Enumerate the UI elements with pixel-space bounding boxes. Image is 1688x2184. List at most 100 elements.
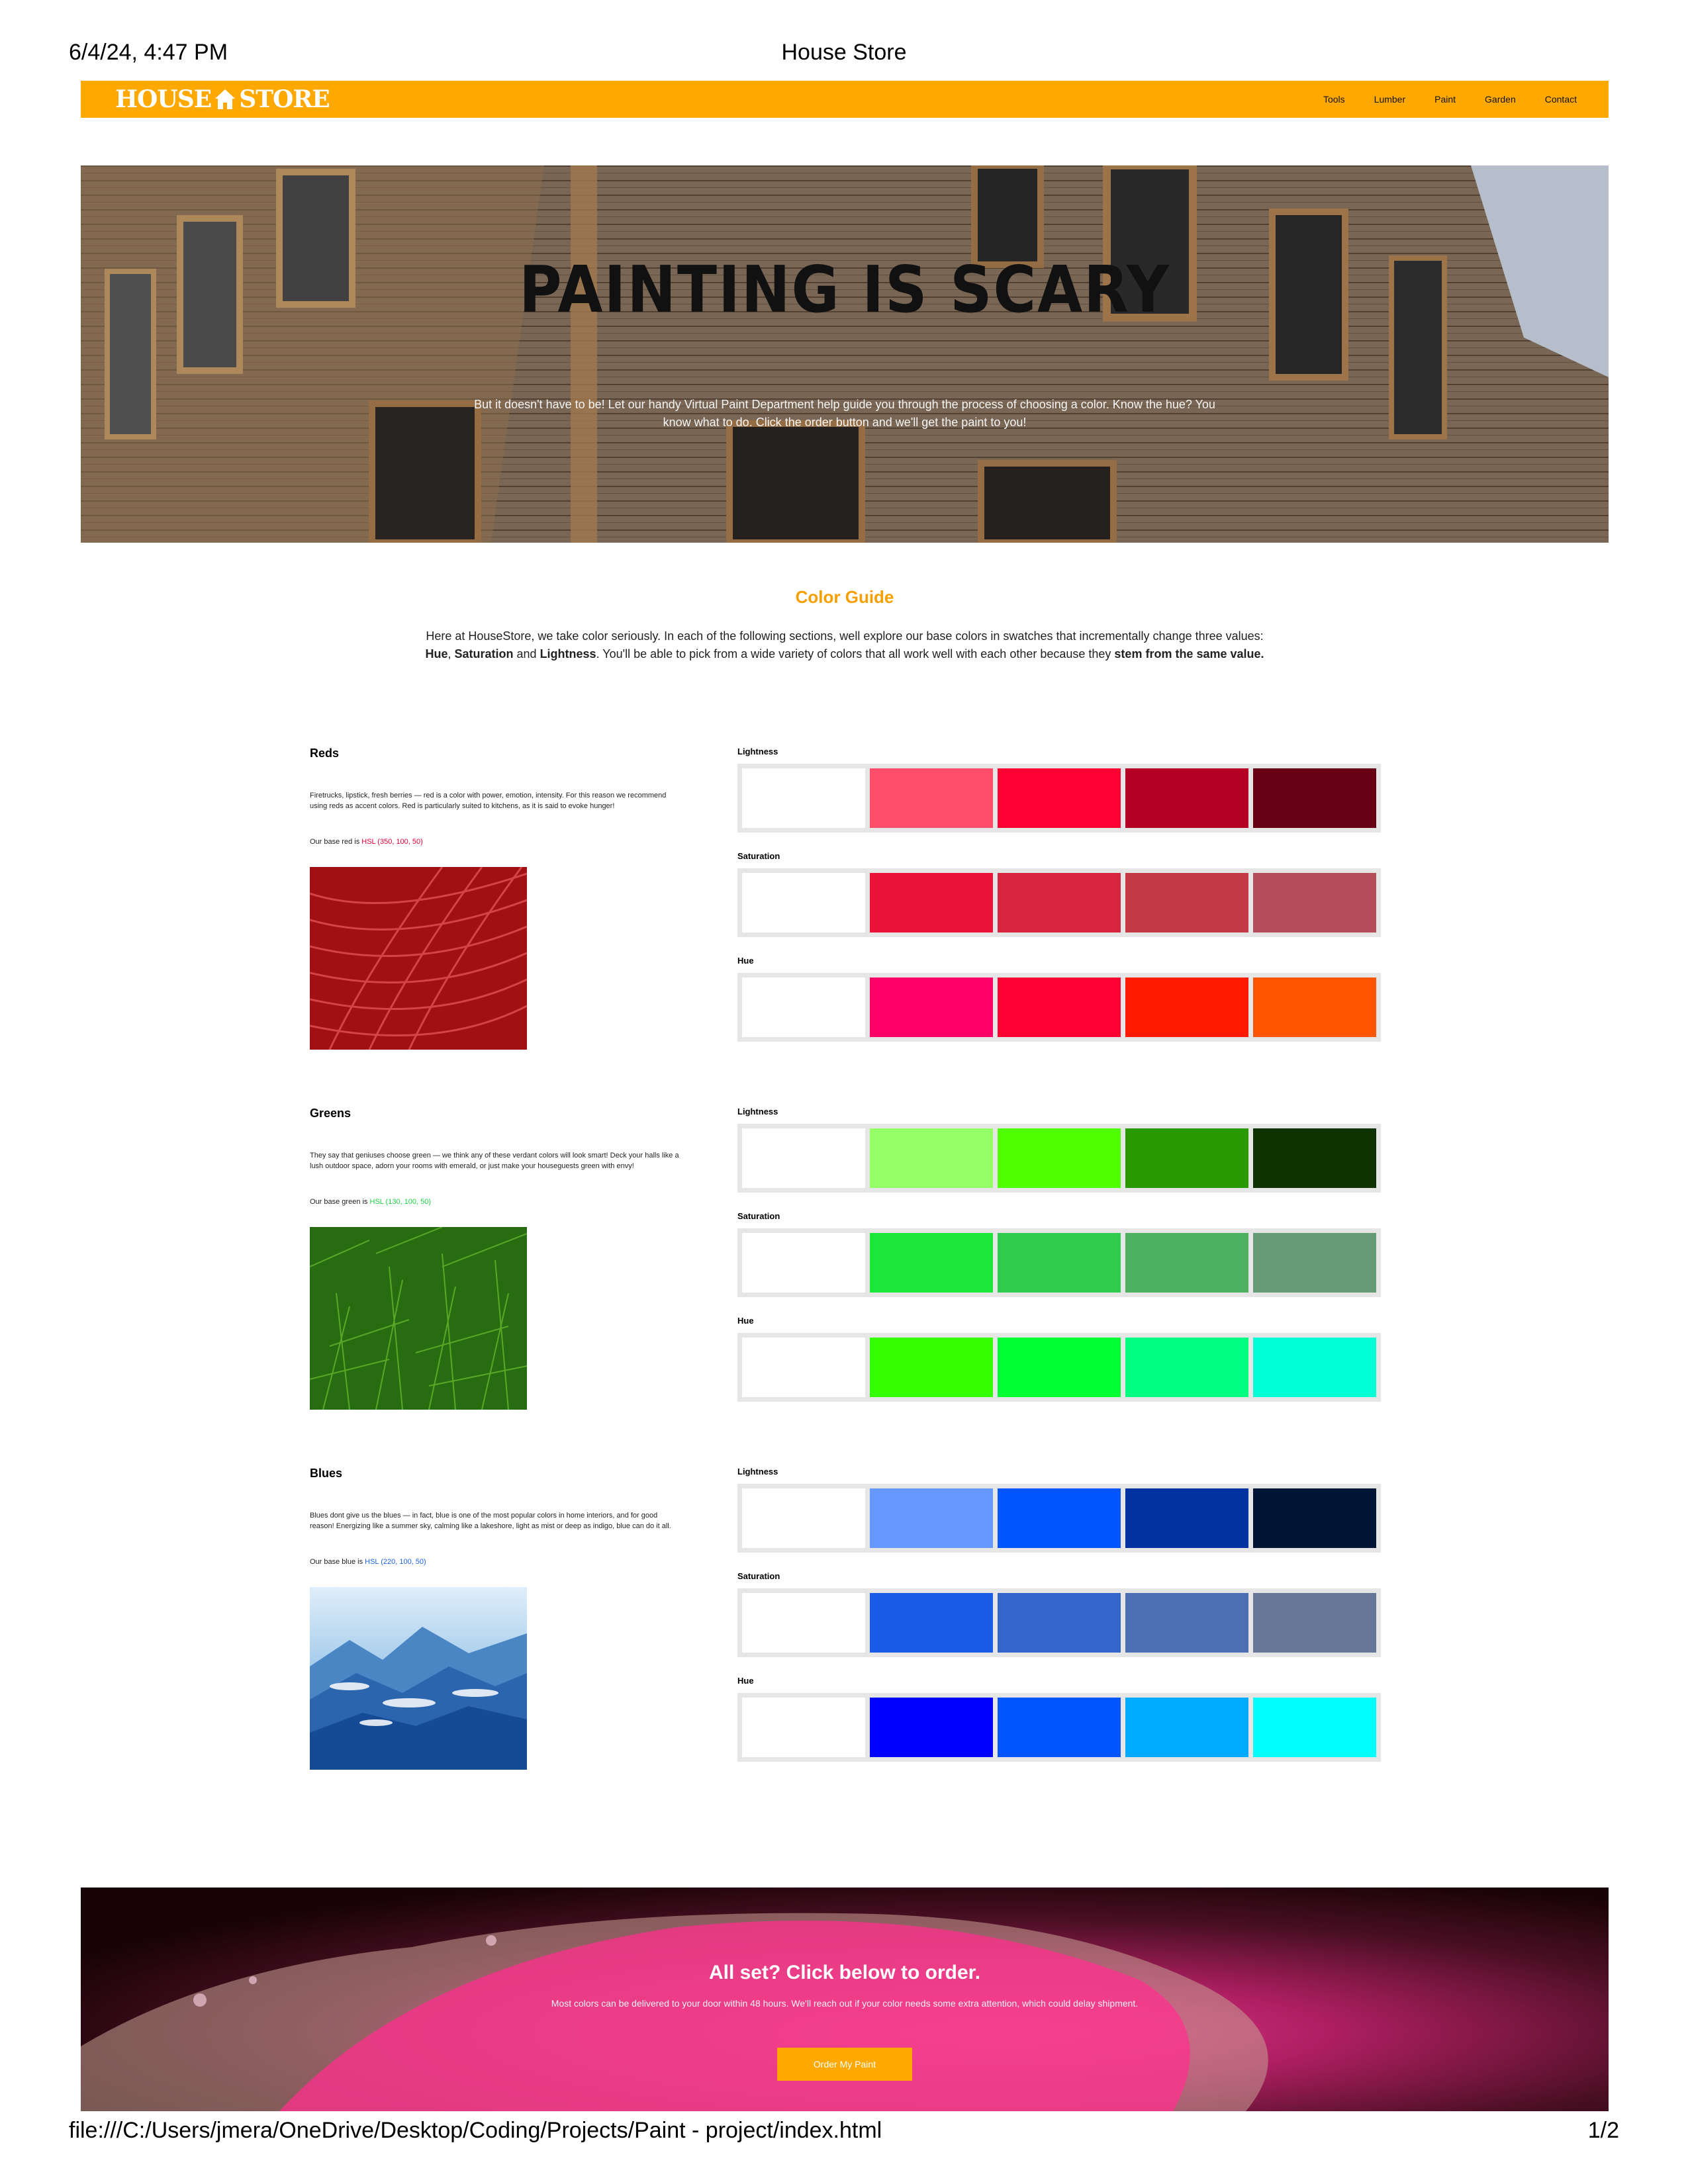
hue-label: Hue xyxy=(737,1676,754,1686)
section-description: Firetrucks, lipstick, fresh berries — re… xyxy=(310,792,667,810)
intro-text-2: . You'll be able to pick from a wide var… xyxy=(596,647,1115,660)
swatch[interactable] xyxy=(1253,1128,1376,1188)
swatch[interactable] xyxy=(870,873,993,933)
base-color-prefix: Our base green is xyxy=(310,1198,370,1206)
swatch[interactable] xyxy=(1253,768,1376,828)
hue-label: Hue xyxy=(737,1316,754,1326)
swatch[interactable] xyxy=(1253,1338,1376,1397)
swatch[interactable] xyxy=(1253,1593,1376,1653)
saturation-swatch-row xyxy=(737,868,1381,937)
print-page-title: House Store xyxy=(781,40,907,65)
swatch[interactable] xyxy=(742,768,865,828)
swatch[interactable] xyxy=(742,1338,865,1397)
section-greens: Greens They say that geniuses choose gre… xyxy=(310,1107,1382,1437)
swatch[interactable] xyxy=(1125,768,1248,828)
cta-title: All set? Click below to order. xyxy=(708,1962,981,1983)
swatch[interactable] xyxy=(998,1593,1121,1653)
cta-text: Most colors can be delivered to your doo… xyxy=(551,1998,1139,2009)
saturation-swatch-row xyxy=(737,1228,1381,1297)
print-page-number: 1/2 xyxy=(1587,2118,1619,2143)
swatch[interactable] xyxy=(998,873,1121,933)
swatch[interactable] xyxy=(742,1698,865,1757)
intro-comma: , xyxy=(447,647,455,660)
color-guide-intro: Here at HouseStore, we take color seriou… xyxy=(414,627,1275,663)
print-footer: file:///C:/Users/jmera/OneDrive/Desktop/… xyxy=(0,2118,1688,2144)
swatch[interactable] xyxy=(998,1698,1121,1757)
swatch[interactable] xyxy=(1125,873,1248,933)
hue-swatch-row xyxy=(737,1333,1381,1402)
swatch[interactable] xyxy=(870,1128,993,1188)
swatch[interactable] xyxy=(998,1338,1121,1397)
section-blues: Blues Blues dont give us the blues — in … xyxy=(310,1467,1382,1797)
base-color-line: Our base red is HSL (350, 100, 50) xyxy=(310,838,423,846)
base-color-value: HSL (130, 100, 50) xyxy=(369,1198,432,1206)
swatch[interactable] xyxy=(998,978,1121,1037)
intro-text-1: Here at HouseStore, we take color seriou… xyxy=(426,629,1264,643)
swatch[interactable] xyxy=(1253,1488,1376,1548)
swatch[interactable] xyxy=(870,1233,993,1293)
print-url: file:///C:/Users/jmera/OneDrive/Desktop/… xyxy=(69,2118,882,2143)
logo-text-left: HOUSE xyxy=(115,85,212,113)
swatch[interactable] xyxy=(742,978,865,1037)
nav-link-tools[interactable]: Tools xyxy=(1323,94,1345,105)
print-header: 6/4/24, 4:47 PM House Store xyxy=(0,40,1688,66)
swatch[interactable] xyxy=(1253,873,1376,933)
swatch[interactable] xyxy=(742,873,865,933)
swatch[interactable] xyxy=(1125,1593,1248,1653)
swatch[interactable] xyxy=(1125,1233,1248,1293)
order-my-paint-button[interactable]: Order My Paint xyxy=(777,2048,912,2081)
nav-link-paint[interactable]: Paint xyxy=(1434,94,1456,105)
hue-label: Hue xyxy=(737,956,754,966)
swatch[interactable] xyxy=(870,1338,993,1397)
hue-swatch-row xyxy=(737,973,1381,1042)
hero-title: PAINTING IS SCARY xyxy=(519,251,1170,328)
swatch[interactable] xyxy=(742,1233,865,1293)
swatch[interactable] xyxy=(998,1488,1121,1548)
section-heading: Reds xyxy=(310,747,340,760)
intro-hue: Hue xyxy=(425,647,448,660)
swatch[interactable] xyxy=(870,1593,993,1653)
house-icon xyxy=(215,89,236,109)
swatch[interactable] xyxy=(870,768,993,828)
blues-photo xyxy=(310,1587,527,1770)
base-color-prefix: Our base red is xyxy=(310,838,362,846)
swatch[interactable] xyxy=(998,768,1121,828)
swatch[interactable] xyxy=(1125,1488,1248,1548)
lightness-label: Lightness xyxy=(737,1107,778,1116)
section-description: They say that geniuses choose green — we… xyxy=(310,1152,679,1170)
lightness-swatch-row xyxy=(737,764,1381,833)
logo[interactable]: HOUSE STORE xyxy=(115,85,330,114)
saturation-label: Saturation xyxy=(737,1211,780,1221)
nav-link-contact[interactable]: Contact xyxy=(1545,94,1577,105)
swatch[interactable] xyxy=(1253,1698,1376,1757)
swatch[interactable] xyxy=(870,1488,993,1548)
swatch[interactable] xyxy=(1125,1338,1248,1397)
swatch[interactable] xyxy=(742,1128,865,1188)
lightness-label: Lightness xyxy=(737,1467,778,1477)
base-color-line: Our base blue is HSL (220, 100, 50) xyxy=(310,1558,426,1566)
lightness-swatch-row xyxy=(737,1484,1381,1553)
swatch[interactable] xyxy=(1125,1698,1248,1757)
swatch[interactable] xyxy=(998,1128,1121,1188)
intro-and: and xyxy=(513,647,540,660)
section-heading: Greens xyxy=(310,1107,352,1120)
swatch[interactable] xyxy=(1125,1128,1248,1188)
hero-house-image xyxy=(81,165,1609,543)
intro-lightness: Lightness xyxy=(539,647,596,660)
nav-link-lumber[interactable]: Lumber xyxy=(1374,94,1405,105)
swatch[interactable] xyxy=(1125,978,1248,1037)
swatch[interactable] xyxy=(1253,1233,1376,1293)
swatch[interactable] xyxy=(998,1233,1121,1293)
swatch[interactable] xyxy=(742,1488,865,1548)
saturation-swatch-row xyxy=(737,1588,1381,1657)
swatch[interactable] xyxy=(1253,978,1376,1037)
swatch[interactable] xyxy=(870,1698,993,1757)
order-cta-banner: All set? Click below to order. Most colo… xyxy=(81,1888,1609,2111)
nav-link-garden[interactable]: Garden xyxy=(1485,94,1516,105)
base-color-prefix: Our base blue is xyxy=(310,1558,365,1566)
section-reds: Reds Firetrucks, lipstick, fresh berries… xyxy=(310,747,1382,1077)
swatch[interactable] xyxy=(870,978,993,1037)
intro-bold-end: stem from the same value. xyxy=(1114,647,1264,660)
swatch[interactable] xyxy=(742,1593,865,1653)
saturation-label: Saturation xyxy=(737,1571,780,1581)
